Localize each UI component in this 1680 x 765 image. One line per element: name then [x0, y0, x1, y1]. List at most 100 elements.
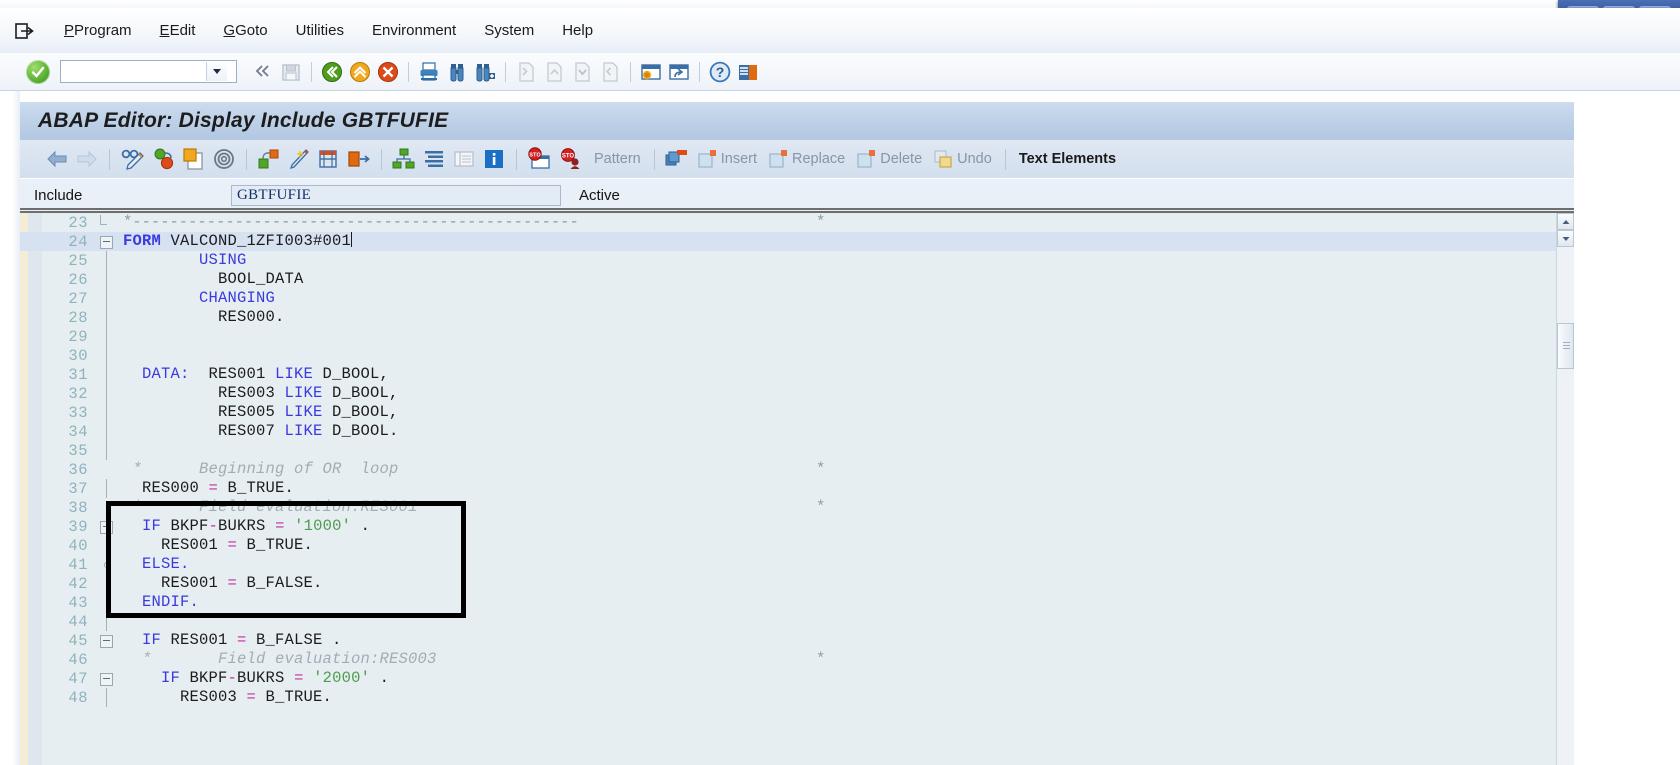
double-chevron-left-icon [255, 64, 269, 77]
editor-line[interactable]: 23 *-------------------------------------… [20, 213, 1574, 232]
scroll-down-button[interactable] [1557, 230, 1574, 247]
print-button[interactable] [415, 59, 443, 85]
command-field[interactable] [60, 60, 237, 83]
editor-line[interactable]: 43 ENDIF. [20, 593, 1574, 612]
pattern-button[interactable]: Pattern [588, 151, 647, 167]
code-text: IF BKPF-BUKRS = '2000' . [123, 669, 390, 687]
save-button[interactable] [277, 59, 305, 85]
toolbar-collapse-button[interactable] [249, 62, 277, 82]
forward-arrow-button[interactable] [72, 145, 102, 173]
editor-line[interactable]: 37 RES000 = B_TRUE. [20, 479, 1574, 498]
fold-collapse-icon[interactable] [100, 236, 113, 249]
fold-guide-line [106, 688, 107, 707]
menu-item-edit[interactable]: EEdit [146, 19, 210, 42]
menu-item-utilities[interactable]: Utilities [282, 19, 358, 42]
where-used-list-button[interactable] [254, 145, 284, 173]
breakpoint-button[interactable]: STO [556, 145, 588, 173]
object-list-icon [348, 151, 370, 167]
navigation-stack-button[interactable] [389, 145, 419, 173]
back-arrow-button[interactable] [42, 145, 72, 173]
insert-multi-icon-button[interactable] [662, 145, 692, 173]
editor-lines[interactable]: 23 *-------------------------------------… [20, 213, 1574, 765]
editor-line[interactable]: 44 [20, 612, 1574, 631]
fold-collapse-icon[interactable] [100, 521, 113, 534]
back-button[interactable] [318, 59, 346, 85]
customize-layout-button[interactable] [734, 59, 762, 85]
line-number: 33 [68, 403, 88, 422]
menu-item-environment[interactable]: Environment [358, 19, 470, 42]
editor-line[interactable]: 39 IF BKPF-BUKRS = '1000' . [20, 517, 1574, 536]
editor-line[interactable]: 25 USING [20, 251, 1574, 270]
editor-line[interactable]: 31 DATA: RES001 LIKE D_BOOL, [20, 365, 1574, 384]
create-session-button[interactable] [637, 59, 665, 85]
text-elements-button[interactable]: Text Elements [1013, 151, 1122, 167]
replace-button[interactable]: Replace [763, 149, 851, 169]
comment-trailing-star: * [816, 213, 826, 231]
editor-line[interactable]: 46 * Field evaluation:RES003 * [20, 650, 1574, 669]
activate-button[interactable] [179, 145, 209, 173]
line-number: 30 [68, 346, 88, 365]
editor-line[interactable]: 33 RES005 LIKE D_BOOL, [20, 403, 1574, 422]
find-button[interactable] [443, 59, 471, 85]
fold-guide-line [106, 612, 107, 631]
editor-line[interactable]: 38 * Field evaluation:RES001 * [20, 498, 1574, 517]
editor-line[interactable]: 24 FORM VALCOND_1ZFI003#001 [20, 232, 1574, 251]
split-screen-button[interactable] [419, 145, 449, 173]
debugger-button[interactable]: STO [524, 145, 556, 173]
delete-button[interactable]: Delete [851, 149, 928, 169]
menu-item-program[interactable]: PProgram [50, 19, 146, 42]
menu-item-label: Utilities [295, 22, 344, 39]
pretty-printer-button[interactable] [209, 145, 239, 173]
information-button[interactable] [479, 145, 509, 173]
help-button[interactable]: ? [706, 59, 734, 85]
find-next-button[interactable] [471, 59, 499, 85]
editor-line[interactable]: 42 RES001 = B_FALSE. [20, 574, 1574, 593]
editor-line[interactable]: 35 [20, 441, 1574, 460]
create-shortcut-button[interactable] [665, 59, 693, 85]
exit-button[interactable] [346, 59, 374, 85]
editor-line[interactable]: 27 CHANGING [20, 289, 1574, 308]
editor-line[interactable]: 32 RES003 LIKE D_BOOL, [20, 384, 1574, 403]
next-page-button[interactable] [568, 59, 596, 85]
editor-line[interactable]: 41 ELSE. [20, 555, 1574, 574]
editor-line[interactable]: 30 [20, 346, 1574, 365]
other-object-button[interactable] [314, 145, 344, 173]
editor-line[interactable]: 34 RES007 LIKE D_BOOL. [20, 422, 1574, 441]
editor-line[interactable]: 45 IF RES001 = B_FALSE . [20, 631, 1574, 650]
code-editor[interactable]: 23 *-------------------------------------… [20, 211, 1574, 765]
pretty-print-button[interactable] [284, 145, 314, 173]
properties-button[interactable] [449, 145, 479, 173]
scroll-up-button[interactable] [1557, 213, 1574, 230]
undo-button[interactable]: Undo [928, 149, 998, 169]
fold-collapse-icon[interactable] [100, 635, 113, 648]
editor-line[interactable]: 28 RES000. [20, 308, 1574, 327]
shortcut-icon [669, 63, 689, 80]
display-object-list-button[interactable] [344, 145, 374, 173]
include-input[interactable]: GBTFUFIE [231, 184, 561, 206]
fold-collapse-icon[interactable] [100, 673, 113, 686]
last-page-button[interactable] [596, 59, 624, 85]
editor-vertical-scrollbar[interactable] [1556, 213, 1574, 765]
editor-line[interactable]: 26 BOOL_DATA [20, 270, 1574, 289]
first-page-button[interactable] [512, 59, 540, 85]
display-change-button[interactable] [117, 145, 149, 173]
check-syntax-button[interactable] [149, 145, 179, 173]
command-dropdown-button[interactable] [206, 62, 227, 81]
insert-button[interactable]: Insert [692, 149, 763, 169]
editor-line[interactable]: 40 RES001 = B_TRUE. [20, 536, 1574, 555]
scroll-thumb[interactable] [1557, 323, 1574, 369]
command-input[interactable] [61, 62, 206, 81]
code-text: IF RES001 = B_FALSE . [123, 631, 342, 649]
editor-line[interactable]: 48 RES003 = B_TRUE. [20, 688, 1574, 707]
cancel-button[interactable] [374, 59, 402, 85]
editor-line[interactable]: 29 [20, 327, 1574, 346]
enter-button[interactable] [26, 59, 50, 84]
where-used-icon [258, 149, 279, 169]
menu-item-goto[interactable]: GGoto [209, 19, 281, 42]
system-menu-button[interactable] [0, 22, 50, 40]
editor-line[interactable]: 47 IF BKPF-BUKRS = '2000' . [20, 669, 1574, 688]
menu-item-help[interactable]: Help [548, 19, 607, 42]
previous-page-button[interactable] [540, 59, 568, 85]
menu-item-system[interactable]: System [470, 19, 548, 42]
editor-line[interactable]: 36 * Beginning of OR loop * [20, 460, 1574, 479]
